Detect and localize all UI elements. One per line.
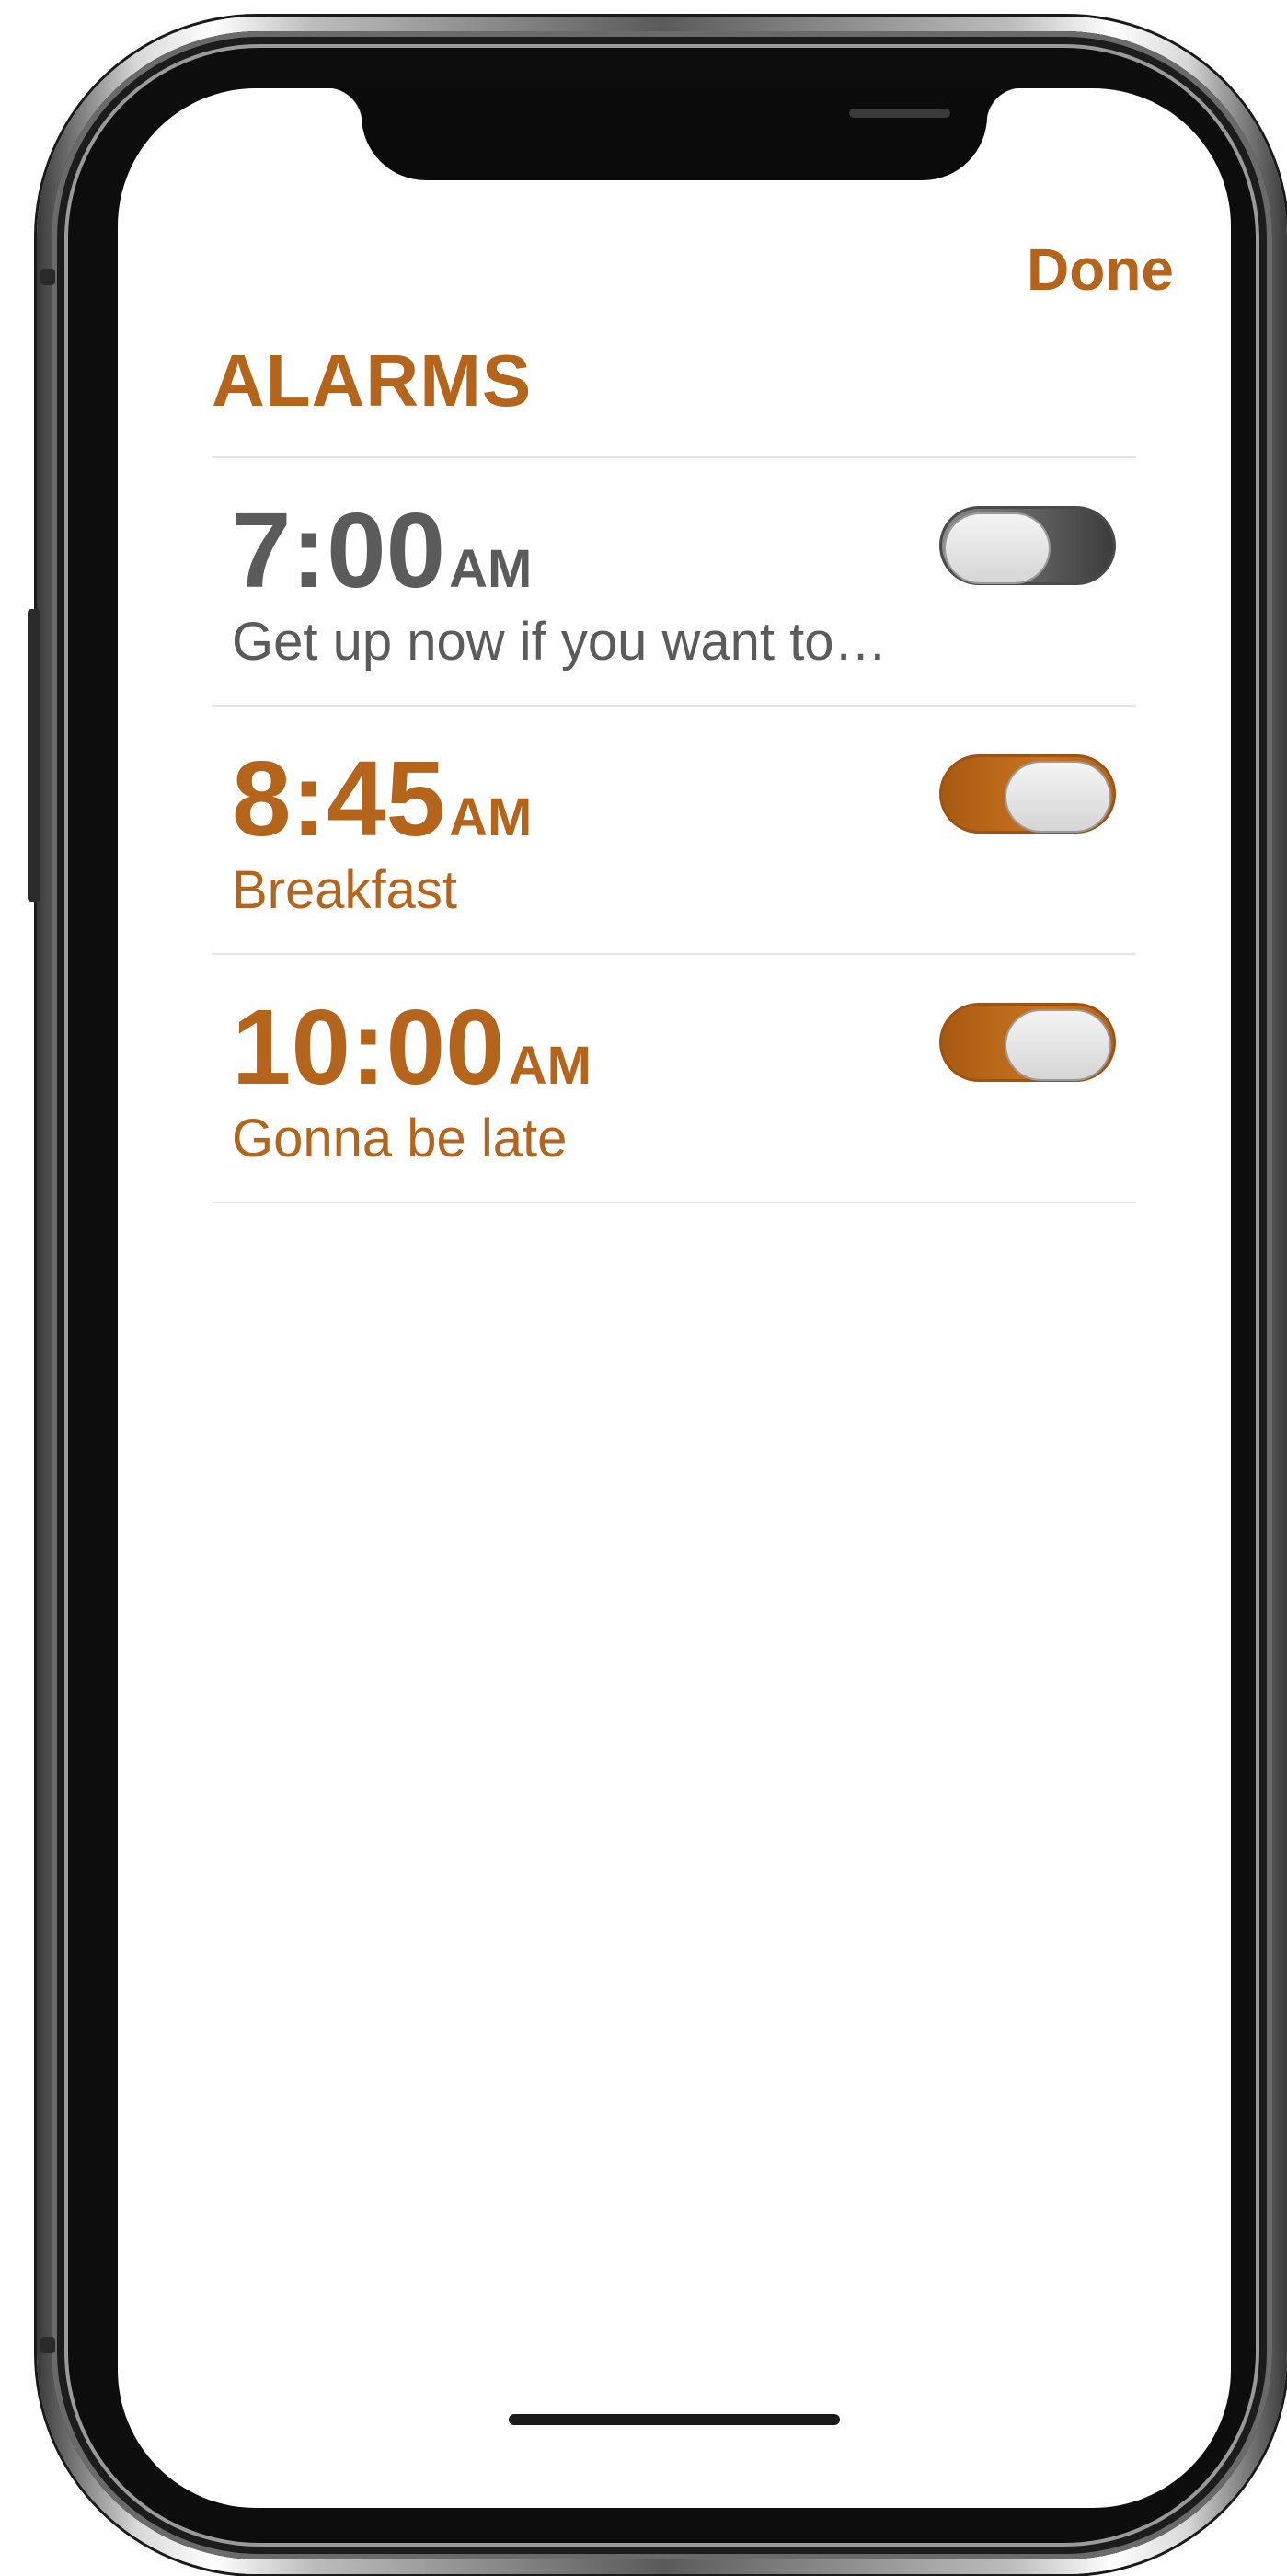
alarm-row-7-00[interactable]: 7:00AM Get up now if you want to… — [212, 458, 1136, 707]
device-frame: Done ALARMS 7:00AM Get up now if you wan… — [0, 0, 1287, 2576]
alarm-time: 7:00AM — [232, 497, 532, 604]
screen: Done ALARMS 7:00AM Get up now if you wan… — [118, 88, 1231, 2508]
done-button[interactable]: Done — [1027, 236, 1174, 304]
alarm-time-value: 8:45 — [232, 739, 446, 858]
home-indicator[interactable] — [509, 2414, 840, 2425]
mute-switch — [40, 269, 55, 285]
alarm-time-value: 10:00 — [232, 987, 505, 1107]
toggle-knob — [1006, 1011, 1109, 1079]
alarm-toggle[interactable] — [939, 506, 1116, 585]
toggle-knob — [1006, 763, 1109, 831]
side-button — [40, 2337, 55, 2353]
alarm-period: AM — [449, 788, 533, 847]
toggle-knob — [946, 514, 1049, 582]
alarm-list: 7:00AM Get up now if you want to… 8:45AM… — [212, 456, 1136, 1203]
alarm-row-8-45[interactable]: 8:45AM Breakfast — [212, 707, 1136, 955]
volume-button — [28, 609, 40, 902]
alarm-period: AM — [508, 1036, 592, 1096]
speaker-grille — [849, 109, 950, 118]
alarm-time-value: 7:00 — [232, 490, 446, 610]
alarm-time: 10:00AM — [232, 994, 592, 1100]
alarm-label: Get up now if you want to… — [232, 612, 888, 672]
alarm-toggle[interactable] — [939, 1003, 1116, 1082]
alarm-label: Gonna be late — [232, 1109, 568, 1168]
notch — [327, 88, 1022, 180]
alarm-label: Breakfast — [232, 860, 457, 920]
alarm-row-10-00[interactable]: 10:00AM Gonna be late — [212, 955, 1136, 1203]
page-title: ALARMS — [212, 339, 533, 421]
alarm-toggle[interactable] — [939, 754, 1116, 834]
alarm-period: AM — [449, 539, 533, 599]
alarm-time: 8:45AM — [232, 745, 532, 852]
